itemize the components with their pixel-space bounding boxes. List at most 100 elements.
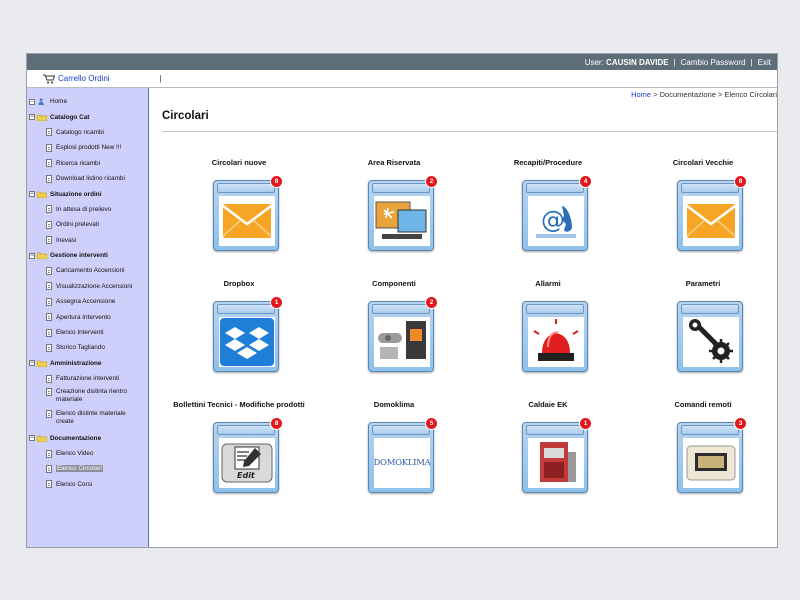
tree-group[interactable]: − Gestione interventi: [27, 248, 148, 263]
tile-card[interactable]: [522, 422, 588, 493]
tree-item[interactable]: Fatturazione interventi: [27, 371, 148, 386]
collapse-icon[interactable]: −: [29, 114, 35, 121]
collapse-icon[interactable]: −: [29, 98, 35, 105]
tile-card[interactable]: [368, 180, 434, 251]
tile-card[interactable]: @: [522, 180, 588, 251]
app-frame: User: CAUSIN DAVIDE | Cambio Password | …: [26, 53, 778, 548]
tree-item[interactable]: Elenco distinte materiale create: [27, 408, 148, 430]
collapse-icon[interactable]: −: [29, 435, 35, 442]
tree-item-label: In attesa di prelievo: [56, 205, 112, 213]
tree-item-label: Elenco Interventi: [56, 329, 104, 337]
tile-components-icon[interactable]: Componenti 2: [324, 279, 464, 379]
tree-item[interactable]: Assegna Accensione: [27, 294, 148, 309]
count-badge: 4: [579, 175, 592, 188]
toolbar: Carrello Ordini |: [27, 70, 777, 88]
document-icon: [46, 143, 52, 152]
tile-card[interactable]: [677, 422, 743, 493]
svg-text:@: @: [541, 206, 565, 234]
tile-remote-control-icon[interactable]: Comandi remoti 3: [633, 400, 773, 500]
tile-label: Dropbox: [223, 279, 255, 288]
tile-card[interactable]: Edit: [213, 422, 279, 493]
tree-item-label: Inevasi: [56, 236, 77, 244]
tree-group-label: Catalogo Cat: [50, 113, 90, 121]
tree-item-label: Esplosi prodotti New !!!: [56, 144, 122, 152]
tree-item[interactable]: In attesa di prelievo: [27, 202, 148, 217]
tile-card[interactable]: DOMOKLIMA: [368, 422, 434, 493]
count-badge: 8: [270, 175, 283, 188]
domoklima-logo-text: DOMOKLIMA: [374, 458, 430, 468]
home-icon: [38, 98, 44, 106]
tree-item[interactable]: Ordini prelevati: [27, 217, 148, 232]
tile-card[interactable]: [368, 301, 434, 372]
tile-edit-icon[interactable]: Bollettini Tecnici - Modifiche prodotti E…: [169, 400, 309, 500]
cart-link[interactable]: Carrello Ordini: [43, 74, 110, 84]
tree-item[interactable]: Catalogo ricambi: [27, 125, 148, 140]
breadcrumb-home-link[interactable]: Home: [631, 90, 651, 99]
tree-group[interactable]: − Documentazione: [27, 430, 148, 445]
tree-item[interactable]: Elenco Video: [27, 446, 148, 461]
tree-item[interactable]: Elenco Corsi: [27, 477, 148, 492]
breadcrumb: Home > Documentazione > Elenco Circolari: [631, 90, 777, 99]
tree-item[interactable]: Elenco Interventi: [27, 325, 148, 340]
tree-item[interactable]: Inevasi: [27, 233, 148, 248]
document-icon: [46, 343, 52, 352]
user-label: User:: [584, 57, 604, 67]
document-icon: [46, 220, 52, 229]
tree-item[interactable]: Caricamento Accensioni: [27, 263, 148, 278]
tile-card[interactable]: [213, 180, 279, 251]
document-icon: [46, 374, 52, 383]
tree-item[interactable]: Download listino ricambi: [27, 171, 148, 186]
tree-group[interactable]: − Situazione ordini: [27, 186, 148, 201]
tree-item-home[interactable]: − Home: [27, 94, 148, 109]
count-badge: 3: [734, 417, 747, 430]
document-icon: [46, 128, 52, 137]
tile-label: Caldaie EK: [528, 400, 568, 409]
tile-card[interactable]: [677, 301, 743, 372]
tile-tab: [217, 183, 275, 193]
tree-group-label: Amministrazione: [50, 359, 102, 367]
document-icon: [46, 174, 52, 183]
tile-envelope-icon[interactable]: Circolari nuove 8: [169, 158, 309, 258]
tile-label: Circolari Vecchie: [672, 158, 734, 167]
tree-item[interactable]: Elenco Circolari: [27, 461, 148, 476]
tile-computer-icon[interactable]: Area Riservata 2: [324, 158, 464, 258]
tile-label: Allarmi: [535, 279, 561, 288]
separator: |: [673, 57, 676, 67]
tree-item[interactable]: Storico Tagliando: [27, 340, 148, 355]
tree-item[interactable]: Ricerca ricambi: [27, 156, 148, 171]
tile-label: Area Riservata: [367, 158, 421, 167]
change-password-link[interactable]: Cambio Password: [681, 58, 746, 67]
breadcrumb-trail: > Documentazione > Elenco Circolari: [651, 90, 777, 99]
collapse-icon[interactable]: −: [29, 360, 35, 367]
tile-boiler-icon[interactable]: Caldaie EK 1: [478, 400, 618, 500]
tile-wrench-gear-icon[interactable]: Parametri: [633, 279, 773, 379]
tree-item[interactable]: Visualizzazione Accensioni: [27, 279, 148, 294]
tile-card[interactable]: [677, 180, 743, 251]
tree-item[interactable]: Esplosi prodotti New !!!: [27, 140, 148, 155]
tile-domoklima-logo[interactable]: Domoklima DOMOKLIMA 5: [324, 400, 464, 500]
dropbox-icon: [219, 317, 275, 367]
tree-item[interactable]: Creazione distinta rientro materiale: [27, 386, 148, 408]
collapse-icon[interactable]: −: [29, 252, 35, 259]
document-icon: [46, 266, 52, 275]
tree-item[interactable]: Apertura Intervento: [27, 309, 148, 324]
document-icon: [46, 480, 52, 489]
tile-label: Parametri: [685, 279, 721, 288]
tile-alarm-light-icon[interactable]: Allarmi: [478, 279, 618, 379]
tile-card[interactable]: [213, 301, 279, 372]
tree-group[interactable]: − Catalogo Cat: [27, 109, 148, 124]
tile-tab: [372, 425, 430, 435]
count-badge: 5: [425, 417, 438, 430]
tile-card[interactable]: [522, 301, 588, 372]
tree-item-label: Ricerca ricambi: [56, 159, 101, 167]
tile-envelope-icon[interactable]: Circolari Vecchie 8: [633, 158, 773, 258]
document-icon: [46, 236, 52, 245]
tree-group[interactable]: − Amministrazione: [27, 356, 148, 371]
collapse-icon[interactable]: −: [29, 191, 35, 198]
contact-icon: @: [528, 196, 584, 246]
exit-link[interactable]: Exit: [758, 58, 771, 67]
tile-label: Componenti: [372, 279, 416, 288]
tile-dropbox-icon[interactable]: Dropbox 1: [169, 279, 309, 379]
tile-contact-icon[interactable]: Recapiti/Procedure @4: [478, 158, 618, 258]
tree-item-label: Ordini prelevati: [56, 221, 99, 229]
